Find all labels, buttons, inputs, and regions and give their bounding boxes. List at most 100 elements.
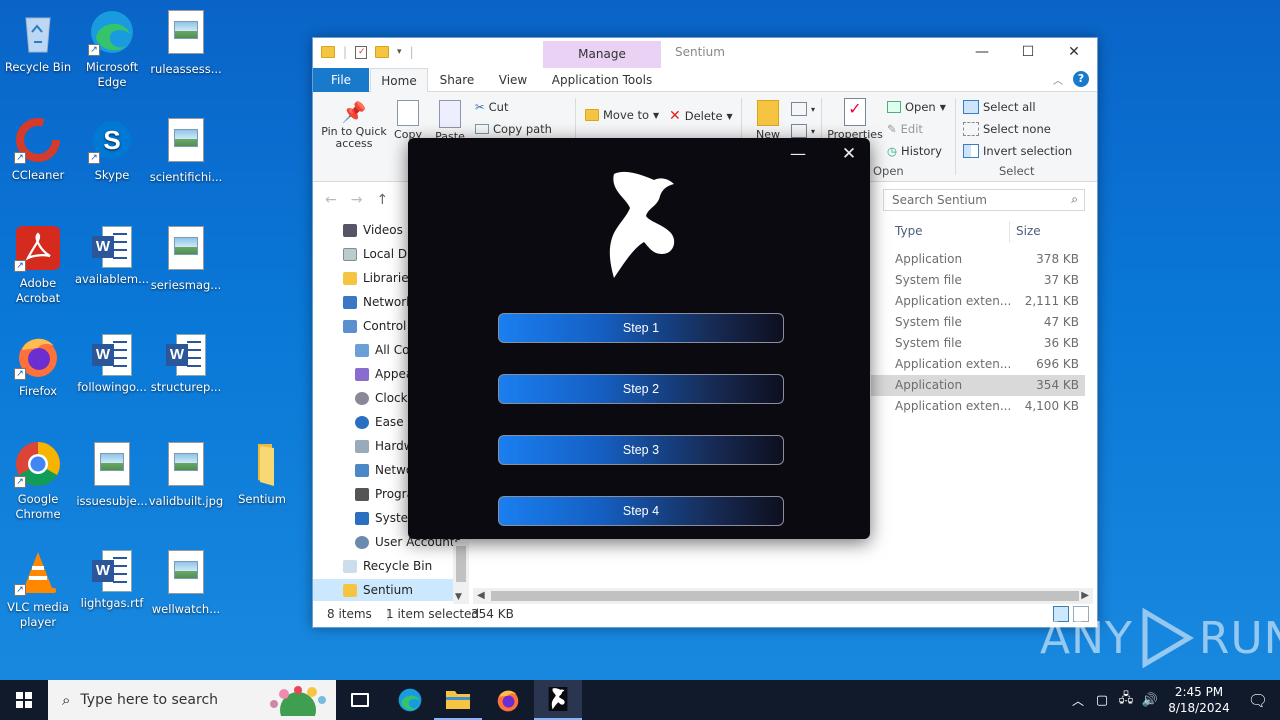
- device-icon[interactable]: ▢: [1090, 693, 1114, 708]
- new-folder-button[interactable]: New: [753, 100, 783, 141]
- desktop-icon-skype[interactable]: S ↗ Skype: [74, 116, 150, 183]
- nav-item-network[interactable]: Network: [343, 291, 413, 313]
- invert-selection-button[interactable]: Invert selection: [963, 144, 1072, 158]
- back-arrow-icon[interactable]: ←: [325, 192, 337, 208]
- close-button[interactable]: ✕: [1051, 38, 1097, 68]
- taskbar-edge-button[interactable]: [386, 680, 434, 720]
- network-icon[interactable]: 🖧: [1114, 689, 1138, 711]
- file-row[interactable]: Application exten... 4,100 KB: [871, 396, 1085, 417]
- taskbar-firefox-button[interactable]: [484, 680, 532, 720]
- nav-item-control-panel[interactable]: Control: [343, 315, 406, 337]
- step-3-button[interactable]: Step 3: [498, 435, 784, 465]
- history-button[interactable]: ◷ History: [887, 144, 942, 158]
- step-1-button[interactable]: Step 1: [498, 313, 784, 343]
- desktop-icon-structurep[interactable]: W structurep...: [148, 332, 224, 395]
- delete-button[interactable]: ✕ Delete ▼: [669, 108, 733, 124]
- tab-file[interactable]: File: [313, 68, 369, 92]
- nav-scrollbar-thumb[interactable]: [456, 546, 466, 582]
- forward-arrow-icon[interactable]: →: [351, 192, 363, 208]
- column-divider[interactable]: [1009, 221, 1010, 243]
- desktop-icon-issuesubje[interactable]: issuesubje...: [74, 440, 150, 509]
- step-2-button[interactable]: Step 2: [498, 374, 784, 404]
- copy-path-button[interactable]: Copy path: [475, 122, 552, 136]
- scroll-down-arrow-icon[interactable]: ▼: [455, 592, 462, 602]
- cut-button[interactable]: ✂ Cut: [475, 100, 508, 114]
- desktop-icon-adobe-acrobat[interactable]: ↗ Adobe Acrobat: [0, 224, 76, 306]
- file-row[interactable]: Application 378 KB: [871, 249, 1085, 270]
- nav-item-local-disk[interactable]: Local D: [343, 243, 407, 265]
- desktop-icon-validbuilt[interactable]: validbuilt.jpg: [148, 440, 224, 509]
- start-button[interactable]: [0, 680, 48, 720]
- file-row[interactable]: Application exten... 696 KB: [871, 354, 1085, 375]
- properties-qat-icon[interactable]: ✓: [355, 45, 368, 59]
- file-row-selected[interactable]: Application 354 KB: [871, 375, 1085, 396]
- desktop-icon-recycle-bin[interactable]: Recycle Bin: [0, 8, 76, 75]
- app-close-button[interactable]: ✕: [834, 144, 864, 164]
- desktop-icon-lightgas[interactable]: W lightgas.rtf: [74, 548, 150, 611]
- move-to-button[interactable]: Move to ▼: [585, 108, 659, 122]
- volume-icon[interactable]: 🔊: [1138, 693, 1162, 708]
- column-header-size[interactable]: Size: [1016, 224, 1041, 250]
- nav-item-network-internet[interactable]: Netwo: [355, 459, 413, 481]
- new-folder-qat-icon[interactable]: [375, 46, 390, 58]
- tab-manage[interactable]: Manage: [543, 41, 661, 68]
- desktop-icon-firefox[interactable]: ↗ Firefox: [0, 332, 76, 399]
- horizontal-scrollbar[interactable]: ◀ ▶: [473, 588, 1093, 604]
- tab-home[interactable]: Home: [370, 68, 428, 92]
- nav-scrollbar[interactable]: ▼: [453, 542, 469, 604]
- maximize-button[interactable]: ☐: [1005, 38, 1051, 68]
- file-row[interactable]: System file 47 KB: [871, 312, 1085, 333]
- help-icon[interactable]: ?: [1073, 71, 1089, 87]
- chevron-up-icon[interactable]: ︿: [1066, 692, 1090, 709]
- copy-button[interactable]: Copy: [393, 100, 423, 141]
- nav-item-programs[interactable]: Progra: [355, 483, 414, 505]
- up-arrow-icon[interactable]: ↑: [376, 192, 388, 208]
- nav-item-appearance[interactable]: Appea: [355, 363, 413, 385]
- scroll-left-arrow-icon[interactable]: ◀: [477, 590, 485, 601]
- desktop-icon-microsoft-edge[interactable]: ↗ Microsoft Edge: [74, 8, 150, 90]
- new-item-button[interactable]: ▾: [791, 102, 815, 116]
- desktop-icon-wellwatch[interactable]: wellwatch...: [148, 548, 224, 617]
- desktop-icon-followingo[interactable]: W followingo...: [74, 332, 150, 395]
- explorer-titlebar[interactable]: | ✓ ▾ | Manage Sentium — ☐ ✕: [313, 38, 1097, 68]
- taskbar-sentium-button[interactable]: [534, 680, 582, 720]
- file-row[interactable]: Application exten... 2,111 KB: [871, 291, 1085, 312]
- desktop-icon-availablem[interactable]: W availablem...: [74, 224, 150, 287]
- scroll-right-arrow-icon[interactable]: ▶: [1081, 590, 1089, 601]
- column-header-type[interactable]: Type: [895, 224, 923, 250]
- clock[interactable]: 2:45 PM 8/18/2024: [1162, 684, 1236, 716]
- step-4-button[interactable]: Step 4: [498, 496, 784, 526]
- search-input[interactable]: Search Sentium ⌕: [883, 189, 1085, 211]
- nav-item-all-control[interactable]: All Co: [355, 339, 409, 361]
- file-row[interactable]: System file 37 KB: [871, 270, 1085, 291]
- pin-to-quick-access-button[interactable]: 📌 Pin to Quick access: [321, 100, 387, 150]
- nav-item-recycle-bin[interactable]: Recycle Bin: [343, 555, 432, 577]
- minimize-button[interactable]: —: [959, 38, 1005, 68]
- desktop-icon-scientifichi[interactable]: scientifichi...: [148, 116, 224, 185]
- select-none-button[interactable]: Select none: [963, 122, 1051, 136]
- horizontal-scrollbar-thumb[interactable]: [491, 591, 1079, 601]
- desktop-icon-ccleaner[interactable]: ↗ CCleaner: [0, 116, 76, 183]
- notifications-icon[interactable]: 🗨: [1236, 691, 1280, 710]
- collapse-ribbon-icon[interactable]: ︿: [1053, 72, 1063, 87]
- desktop-icon-vlc[interactable]: ↗ VLC media player: [0, 548, 76, 630]
- chevron-down-icon[interactable]: ▾: [397, 47, 402, 57]
- taskbar-file-explorer-button[interactable]: [434, 680, 482, 720]
- nav-item-videos[interactable]: Videos: [343, 219, 403, 241]
- tab-share[interactable]: Share: [435, 68, 479, 92]
- desktop-icon-google-chrome[interactable]: ↗ Google Chrome: [0, 440, 76, 522]
- nav-item-sentium[interactable]: Sentium: [313, 579, 453, 601]
- desktop-icon-seriesmag[interactable]: seriesmag...: [148, 224, 224, 293]
- nav-item-hardware[interactable]: Hardw: [355, 435, 414, 457]
- nav-item-ease-of-access[interactable]: Ease o: [355, 411, 415, 433]
- desktop-icon-ruleassess[interactable]: ruleassess...: [148, 8, 224, 77]
- edit-button[interactable]: ✎ Edit: [887, 122, 923, 136]
- sentium-app-window[interactable]: — ✕ Step 1 Step 2 Step 3 Step 4: [408, 138, 870, 539]
- select-all-button[interactable]: Select all: [963, 100, 1036, 114]
- paste-button[interactable]: Paste: [435, 100, 465, 143]
- properties-button[interactable]: ✓ Properties: [827, 98, 883, 141]
- file-row[interactable]: System file 36 KB: [871, 333, 1085, 354]
- nav-item-clock[interactable]: Clock: [355, 387, 408, 409]
- app-minimize-button[interactable]: —: [783, 144, 813, 163]
- tab-application-tools[interactable]: Application Tools: [543, 68, 661, 92]
